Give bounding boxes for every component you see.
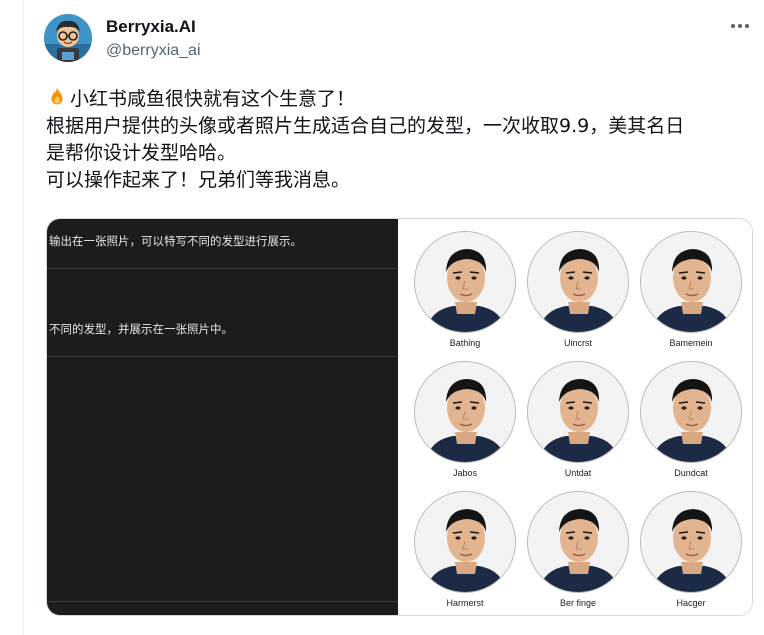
- portrait-image: [640, 491, 742, 593]
- author-handle[interactable]: @berryxia_ai: [106, 42, 201, 60]
- portrait-image: [527, 361, 629, 463]
- hairstyle-card: Bathing: [410, 221, 520, 349]
- chat-row-1: 输出在一张照片，可以特写不同的发型进行展示。: [47, 219, 398, 269]
- tweet-line-2: 根据用户提供的头像或者照片生成适合自己的发型，一次收取9.9，美其名日: [46, 115, 685, 137]
- avatar[interactable]: [44, 14, 92, 62]
- hairstyle-label: Dundcat: [674, 468, 708, 478]
- hairstyle-card: Hacger: [636, 481, 746, 609]
- hairstyle-label: Jabos: [452, 468, 478, 478]
- portrait-image: [414, 231, 516, 333]
- portrait-image: [640, 231, 742, 333]
- portrait-image: [527, 231, 629, 333]
- chat-text-1: 输出在一张照片，可以特写不同的发型进行展示。: [49, 234, 302, 248]
- hairstyle-card: Bamemein: [636, 221, 746, 349]
- hairstyle-grid: Bathing Uincrst Bamemein Jabos Untdat Du…: [398, 219, 752, 615]
- fire-emoji-icon: [51, 87, 63, 105]
- portrait-image: [414, 361, 516, 463]
- hairstyle-card: Jabos: [410, 351, 520, 479]
- hairstyle-card: Ber finge: [523, 481, 633, 609]
- hairstyle-label: Bamemein: [669, 338, 713, 348]
- hairstyle-label: Harmerst: [446, 598, 484, 608]
- hairstyle-label: Hacger: [676, 598, 706, 608]
- more-horizontal-icon[interactable]: [728, 16, 752, 36]
- hairstyle-card: Harmerst: [410, 481, 520, 609]
- author-name[interactable]: Berryxia.AI: [106, 17, 196, 37]
- tweet-line-3: 是帮你设计发型哈哈。: [46, 142, 237, 164]
- portrait-image: [640, 361, 742, 463]
- hairstyle-card: Untdat: [523, 351, 633, 479]
- hairstyle-label: Uincrst: [563, 338, 592, 348]
- chat-row-2: 不同的发型，并展示在一张照片中。: [47, 269, 398, 357]
- chat-row-3: [47, 357, 398, 602]
- portrait-image: [414, 491, 516, 593]
- tweet-line-1-text: 小红书咸鱼很快就有这个生意了！: [70, 88, 356, 110]
- hairstyle-label: Bathing: [449, 338, 481, 348]
- tweet-text: 小红书咸鱼很快就有这个生意了！ 根据用户提供的头像或者照片生成适合自己的发型，一…: [46, 86, 746, 194]
- tweet-media[interactable]: 输出在一张照片，可以特写不同的发型进行展示。 不同的发型，并展示在一张照片中。 …: [46, 218, 753, 616]
- tweet-line-4: 可以操作起来了！兄弟们等我消息。: [46, 169, 351, 191]
- dark-chat-panel: 输出在一张照片，可以特写不同的发型进行展示。 不同的发型，并展示在一张照片中。: [47, 219, 398, 615]
- tweet-line-1: 小红书咸鱼很快就有这个生意了！: [46, 86, 746, 113]
- hairstyle-label: Ber finge: [559, 598, 597, 608]
- hairstyle-card: Dundcat: [636, 351, 746, 479]
- portrait-image: [527, 491, 629, 593]
- hairstyle-card: Uincrst: [523, 221, 633, 349]
- chat-text-2: 不同的发型，并展示在一张照片中。: [49, 322, 233, 336]
- hairstyle-label: Untdat: [564, 468, 592, 478]
